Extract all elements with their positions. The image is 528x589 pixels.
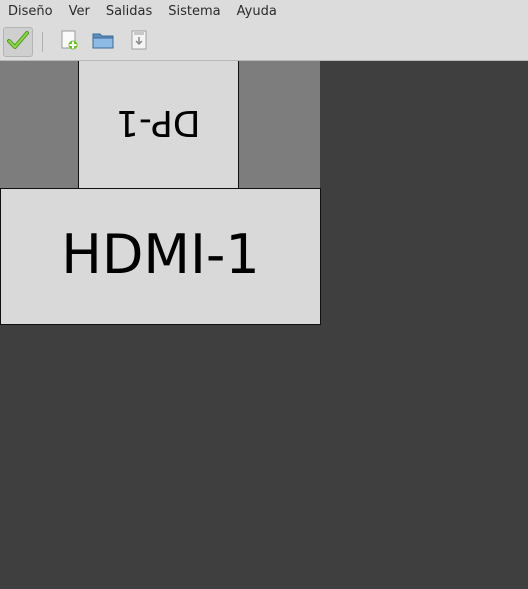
toolbar-separator xyxy=(42,32,43,52)
menu-ver[interactable]: Ver xyxy=(61,0,98,24)
output-hdmi-1-label: HDMI-1 xyxy=(61,223,260,286)
toolbar xyxy=(0,24,528,61)
save-layout-button[interactable] xyxy=(124,27,154,57)
apply-check-icon xyxy=(7,29,29,55)
open-folder-icon xyxy=(91,29,115,55)
output-dp-1-label: DP-1 xyxy=(116,102,201,143)
app-window: Diseño Ver Salidas Sistema Ayuda DP-1 HD… xyxy=(0,0,528,589)
menu-salidas[interactable]: Salidas xyxy=(98,0,160,24)
menu-diseno[interactable]: Diseño xyxy=(0,0,61,24)
display-canvas: DP-1 HDMI-1 xyxy=(0,61,528,589)
menu-ayuda[interactable]: Ayuda xyxy=(229,0,285,24)
apply-button[interactable] xyxy=(3,27,33,57)
output-dp-1[interactable]: DP-1 xyxy=(78,61,239,189)
menu-sistema[interactable]: Sistema xyxy=(160,0,228,24)
open-layout-button[interactable] xyxy=(88,27,118,57)
output-hdmi-1[interactable]: HDMI-1 xyxy=(0,188,321,325)
menubar: Diseño Ver Salidas Sistema Ayuda xyxy=(0,0,528,24)
new-layout-button[interactable] xyxy=(54,27,84,57)
new-layout-icon xyxy=(58,29,80,55)
save-layout-icon xyxy=(128,29,150,55)
